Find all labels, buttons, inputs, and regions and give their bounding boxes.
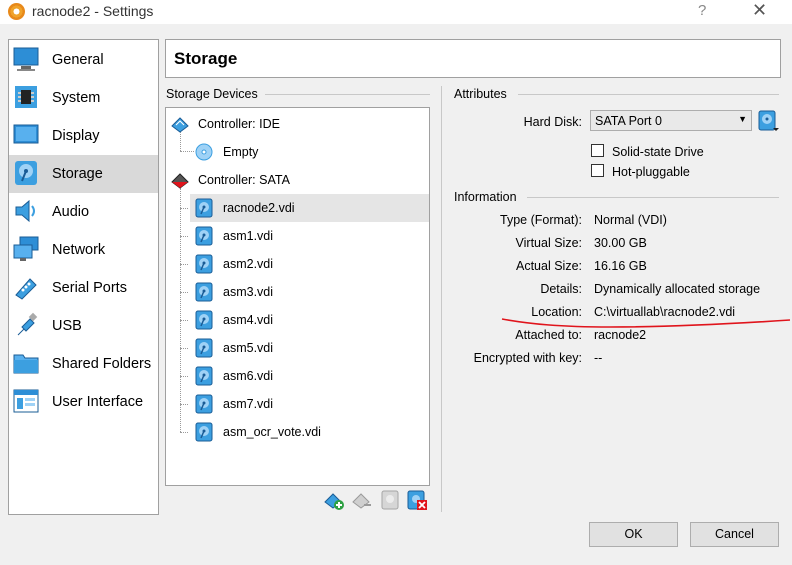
ok-button[interactable]: OK <box>589 522 678 547</box>
hard-disk-select[interactable]: SATA Port 0 ▼ <box>590 110 752 131</box>
nav-item-user-interface[interactable]: User Interface <box>9 383 158 421</box>
tree-line <box>180 432 188 433</box>
usb-icon <box>17 312 38 336</box>
tree-item-asm6-vdi[interactable]: asm6.vdi <box>180 362 429 390</box>
solid-state-drive-checkbox[interactable] <box>591 144 604 157</box>
type-format-label: Type (Format): <box>500 213 582 227</box>
hard-disk-icon <box>195 282 213 302</box>
page-header: Storage <box>165 39 781 78</box>
tree-line <box>180 208 188 209</box>
section-divider <box>527 197 779 198</box>
page-title: Storage <box>174 49 238 68</box>
add-controller-icon[interactable] <box>323 489 345 511</box>
actual-size-label: Actual Size: <box>515 259 582 273</box>
storage-icon <box>15 161 37 185</box>
chip-icon <box>15 86 37 108</box>
tree-item-controller-ide[interactable]: Controller: IDE <box>166 110 429 138</box>
virtual-size-label: Virtual Size: <box>515 236 582 250</box>
user-interface-icon <box>13 389 39 413</box>
window-title: racnode2 - Settings <box>32 3 154 19</box>
attributes-title: Attributes <box>454 87 507 101</box>
ide-controller-icon <box>171 117 189 133</box>
tree-line <box>180 404 188 405</box>
hard-disk-icon <box>195 422 213 442</box>
hot-pluggable-label: Hot-pluggable <box>612 165 690 179</box>
hard-disk-icon <box>195 394 213 414</box>
nav-item-system[interactable]: System <box>9 79 158 117</box>
tree-item-asm7-vdi[interactable]: asm7.vdi <box>180 390 429 418</box>
tree-line <box>180 376 188 377</box>
add-attachment-icon[interactable] <box>379 489 401 511</box>
tree-line <box>180 292 188 293</box>
virtualbox-logo-icon <box>8 3 25 20</box>
hot-pluggable-checkbox[interactable] <box>591 164 604 177</box>
details-label: Details: <box>540 282 582 296</box>
actual-size-value: 16.16 GB <box>594 259 647 273</box>
settings-nav: General System Display Storage Audio Net… <box>8 39 159 515</box>
tree-item-controller-sata[interactable]: Controller: SATA <box>166 166 429 194</box>
hard-disk-icon <box>195 310 213 330</box>
nav-item-display[interactable]: Display <box>9 117 158 155</box>
folder-icon <box>13 354 39 374</box>
hard-disk-icon <box>195 366 213 386</box>
optical-disc-icon <box>195 143 213 161</box>
panel-divider <box>441 86 442 512</box>
details-value: Dynamically allocated storage <box>594 282 761 296</box>
encrypted-with-key-label: Encrypted with key: <box>473 351 582 365</box>
remove-controller-icon[interactable] <box>351 489 373 511</box>
hard-disk-value: SATA Port 0 <box>595 114 662 128</box>
storage-tree: Controller: IDE Empty Controller: SATA r… <box>165 107 430 486</box>
tree-line <box>180 348 188 349</box>
encrypted-with-key-value: -- <box>594 351 603 365</box>
general-icon <box>13 47 39 71</box>
tree-item-empty[interactable]: Empty <box>166 138 429 166</box>
hard-disk-icon <box>195 254 213 274</box>
display-icon <box>13 124 39 144</box>
tree-item-asm3-vdi[interactable]: asm3.vdi <box>180 278 429 306</box>
close-icon[interactable]: ✕ <box>752 0 767 21</box>
tree-line <box>180 236 188 237</box>
help-icon[interactable]: ? <box>698 2 706 19</box>
nav-item-audio[interactable]: Audio <box>9 193 158 231</box>
hard-disk-icon <box>195 226 213 246</box>
storage-devices-title: Storage Devices <box>166 87 258 101</box>
nav-item-storage[interactable]: Storage <box>9 155 158 193</box>
hard-disk-label: Hard Disk: <box>523 115 582 129</box>
tree-item-asm-ocr-vote-vdi[interactable]: asm_ocr_vote.vdi <box>180 418 429 446</box>
nav-item-network[interactable]: Network <box>9 231 158 269</box>
title-bar: racnode2 - Settings ? ✕ <box>0 0 792 24</box>
hard-disk-icon <box>195 198 213 218</box>
sata-controller-icon <box>171 173 189 189</box>
speaker-icon <box>15 199 35 223</box>
tree-line <box>180 320 188 321</box>
remove-attachment-icon[interactable] <box>406 489 428 511</box>
nav-item-serial-ports[interactable]: Serial Ports <box>9 269 158 307</box>
tree-item-asm5-vdi[interactable]: asm5.vdi <box>180 334 429 362</box>
tree-item-asm4-vdi[interactable]: asm4.vdi <box>180 306 429 334</box>
information-title: Information <box>454 190 517 204</box>
section-divider <box>518 94 779 95</box>
choose-disk-icon[interactable] <box>757 110 779 132</box>
chevron-down-icon: ▼ <box>738 114 747 124</box>
nav-item-general[interactable]: General <box>9 41 158 79</box>
type-format-value: Normal (VDI) <box>594 213 667 227</box>
network-icon <box>13 236 39 261</box>
tree-item-asm1-vdi[interactable]: asm1.vdi <box>180 222 429 250</box>
tree-line <box>180 264 188 265</box>
nav-item-usb[interactable]: USB <box>9 307 158 345</box>
virtual-size-value: 30.00 GB <box>594 236 647 250</box>
section-divider <box>265 94 430 95</box>
attached-to-label: Attached to: <box>515 328 582 342</box>
attached-to-value: racnode2 <box>594 328 647 342</box>
tree-item-racnode2-vdi[interactable]: racnode2.vdi <box>180 194 429 222</box>
solid-state-drive-label: Solid-state Drive <box>612 145 704 159</box>
cancel-button[interactable]: Cancel <box>690 522 779 547</box>
serial-port-icon <box>15 278 37 300</box>
nav-item-shared-folders[interactable]: Shared Folders <box>9 345 158 383</box>
hard-disk-icon <box>195 338 213 358</box>
tree-line <box>180 188 181 432</box>
tree-item-asm2-vdi[interactable]: asm2.vdi <box>180 250 429 278</box>
